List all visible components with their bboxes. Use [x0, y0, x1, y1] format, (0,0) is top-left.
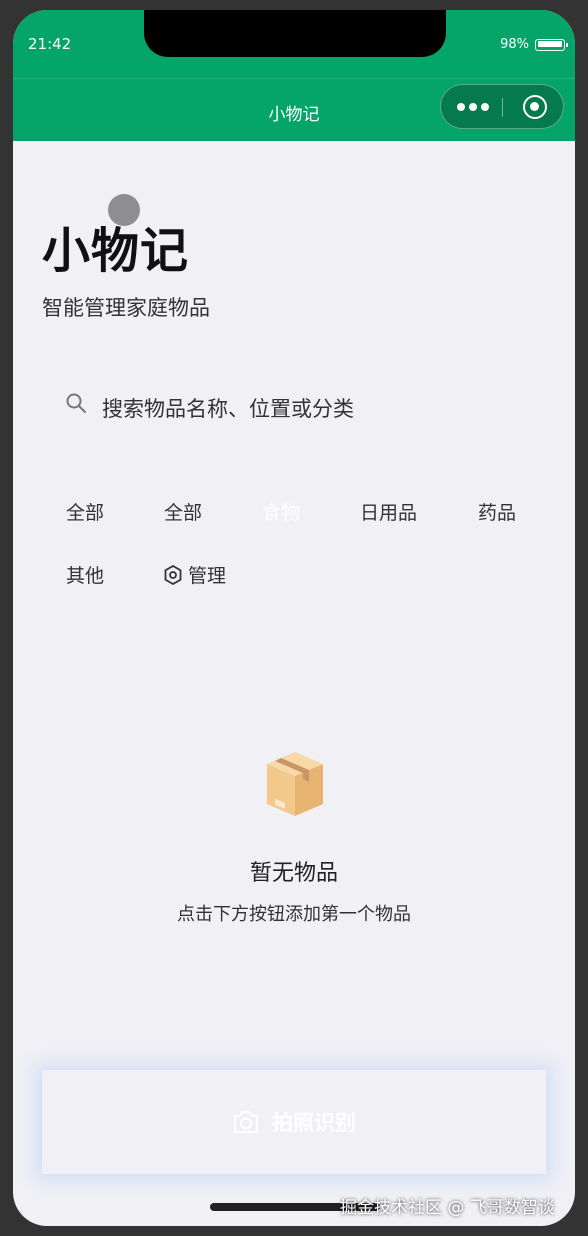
category-chip-medicine[interactable]: 药品	[478, 498, 516, 525]
category-chip-all[interactable]: 全部	[66, 498, 104, 525]
close-miniprogram-icon[interactable]	[523, 95, 547, 119]
page-subtitle: 智能管理家庭物品	[42, 296, 210, 320]
status-time: 21:42	[28, 35, 72, 53]
battery-status: 98%	[500, 37, 568, 52]
empty-state-title: 暂无物品	[249, 861, 338, 886]
category-chip-label: 药品	[478, 502, 517, 524]
watermark-text: 掘金技术社区 @ 飞哥数智谈	[340, 1198, 555, 1218]
capsule-divider	[502, 98, 503, 117]
manage-button[interactable]: 管理	[164, 561, 226, 588]
category-chip-all-2[interactable]: 全部	[164, 498, 202, 525]
search-icon	[66, 393, 86, 413]
miniprogram-capsule	[440, 84, 564, 129]
category-chip-label: 食物	[262, 502, 301, 524]
battery-icon	[535, 38, 568, 51]
settings-icon	[164, 564, 182, 585]
empty-state-description: 点击下方按钮添加第一个物品	[177, 904, 411, 925]
nav-divider	[13, 78, 575, 79]
manage-label: 管理	[188, 565, 227, 587]
search-placeholder: 搜索物品名称、位置或分类	[102, 397, 354, 421]
more-options-icon[interactable]	[457, 103, 489, 111]
category-chip-other[interactable]: 其他	[66, 561, 104, 588]
category-chip-label: 日用品	[360, 502, 418, 524]
battery-percent: 98%	[500, 37, 529, 52]
category-chip-label: 其他	[66, 565, 105, 587]
category-chip-label: 全部	[66, 502, 105, 524]
search-bar[interactable]: 搜索物品名称、位置或分类	[42, 378, 546, 434]
camera-icon	[234, 1111, 258, 1133]
category-chip-food[interactable]: 食物	[262, 498, 300, 525]
camera-scan-button[interactable]: 拍照识别	[42, 1070, 546, 1174]
phone-screen: 21:42 98% 小物记 小物记 智能管理家庭物品 搜索物品名称、位置或分类 …	[13, 10, 575, 1226]
category-chip-label: 全部	[164, 502, 203, 524]
camera-button-label: 拍照识别	[272, 1111, 356, 1135]
navigation-header: 21:42 98% 小物记	[13, 10, 575, 141]
page-title: 小物记	[42, 223, 190, 279]
category-chip-daily[interactable]: 日用品	[360, 498, 417, 525]
package-box-icon	[267, 752, 323, 816]
device-notch	[144, 10, 446, 57]
